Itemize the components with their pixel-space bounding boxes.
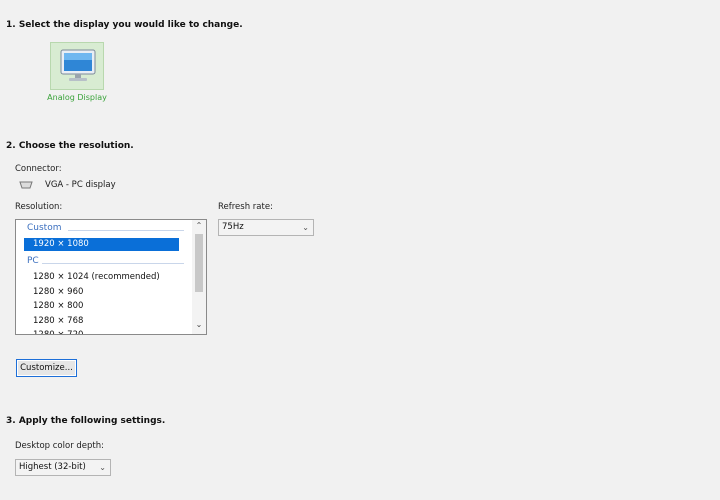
resolution-group-pc: PC	[27, 256, 39, 266]
resolution-item[interactable]: 1280 × 960	[24, 286, 179, 299]
refresh-rate-label: Refresh rate:	[218, 202, 273, 212]
scroll-down-icon[interactable]: ⌄	[192, 320, 206, 329]
resolution-item[interactable]: 1920 × 1080	[24, 238, 179, 251]
resolution-list[interactable]: Custom 1920 × 1080 PC 1280 × 1024 (recom…	[15, 219, 207, 335]
scroll-up-icon[interactable]: ⌃	[192, 221, 206, 230]
connector-value: VGA - PC display	[45, 180, 116, 190]
group-divider	[68, 230, 184, 231]
group-divider	[42, 263, 184, 264]
refresh-rate-dropdown[interactable]: 75Hz ⌄	[218, 219, 314, 236]
resolution-item[interactable]: 1280 × 720	[24, 329, 179, 334]
section-title-resolution: 2. Choose the resolution.	[6, 141, 134, 151]
scroll-thumb[interactable]	[195, 234, 203, 292]
resolution-label: Resolution:	[15, 202, 63, 212]
refresh-rate-value: 75Hz	[222, 222, 244, 232]
monitor-icon	[60, 49, 96, 81]
customize-button[interactable]: Customize...	[16, 359, 77, 377]
display-tile-analog[interactable]	[50, 42, 104, 90]
resolution-scrollbar[interactable]: ⌃ ⌄	[192, 220, 206, 334]
section-title-apply: 3. Apply the following settings.	[6, 416, 166, 426]
section-title-select-display: 1. Select the display you would like to …	[6, 20, 243, 30]
display-caption[interactable]: Analog Display	[44, 93, 110, 102]
display-settings-panel: 1. Select the display you would like to …	[0, 0, 720, 500]
vga-connector-icon	[19, 181, 33, 189]
resolution-item[interactable]: 1280 × 1024 (recommended)	[24, 271, 179, 284]
resolution-item[interactable]: 1280 × 768	[24, 315, 179, 328]
chevron-down-icon: ⌄	[302, 223, 309, 232]
resolution-group-custom: Custom	[27, 223, 62, 233]
color-depth-dropdown[interactable]: Highest (32-bit) ⌄	[15, 459, 111, 476]
resolution-item[interactable]: 1280 × 800	[24, 300, 179, 313]
chevron-down-icon: ⌄	[99, 463, 106, 472]
connector-label: Connector:	[15, 164, 62, 174]
color-depth-value: Highest (32-bit)	[19, 462, 86, 472]
color-depth-label: Desktop color depth:	[15, 441, 104, 451]
